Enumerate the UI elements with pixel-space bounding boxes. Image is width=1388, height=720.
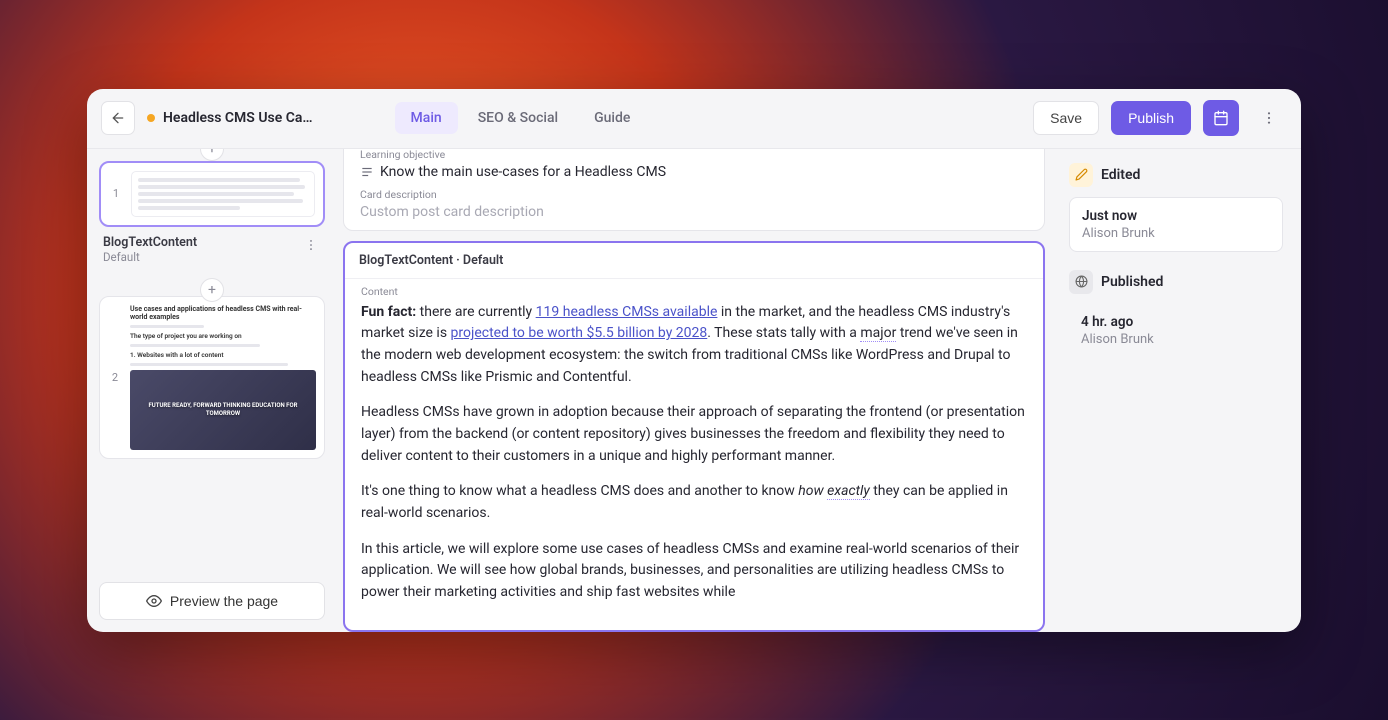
list-icon	[360, 165, 374, 179]
slice-index: 1	[109, 171, 123, 217]
dots-vertical-icon	[1261, 110, 1277, 126]
card-description-field[interactable]: Card description Custom post card descri…	[344, 182, 1044, 222]
status-dot-icon	[147, 114, 155, 122]
preview-page-button[interactable]: Preview the page	[99, 582, 325, 620]
arrow-left-icon	[110, 110, 126, 126]
app-window: Headless CMS Use Ca… Main SEO & Social G…	[87, 89, 1301, 632]
content-block-header: BlogTextContent · Default	[345, 243, 1043, 279]
field-label: Card description	[360, 188, 1028, 201]
meta-card: Learning objective Know the main use-cas…	[343, 149, 1045, 231]
globe-icon	[1069, 270, 1093, 294]
slice-index: 2	[108, 305, 122, 450]
history-author: Alison Brunk	[1082, 226, 1270, 241]
tab-main[interactable]: Main	[395, 102, 458, 134]
tabs: Main SEO & Social Guide	[395, 102, 647, 134]
history-panel: Edited Just now Alison Brunk Published 4…	[1051, 149, 1301, 632]
status-label: Edited	[1101, 167, 1140, 183]
schedule-button[interactable]	[1203, 100, 1239, 136]
status-edited: Edited	[1069, 163, 1283, 187]
save-button[interactable]: Save	[1033, 101, 1099, 135]
status-published: Published	[1069, 270, 1283, 294]
slice-more-button[interactable]	[301, 235, 321, 255]
underline-major: major	[860, 325, 896, 342]
preview-image: FUTURE READY, FORWARD THINKING EDUCATION…	[130, 370, 316, 450]
dots-vertical-icon	[304, 238, 318, 252]
history-time: Just now	[1082, 208, 1270, 224]
field-label: Learning objective	[360, 149, 1028, 161]
main-area: + 1 BlogTextContent Default	[87, 149, 1301, 632]
slice-name: BlogTextContent	[103, 235, 197, 250]
slice-card-2[interactable]: 2 Use cases and applications of headless…	[99, 296, 325, 459]
calendar-icon	[1213, 110, 1229, 126]
slice-variant: Default	[103, 250, 197, 264]
editor-panel: Learning objective Know the main use-cas…	[337, 149, 1051, 632]
link-market-size[interactable]: projected to be worth $5.5 billion by 20…	[451, 325, 708, 341]
topbar: Headless CMS Use Ca… Main SEO & Social G…	[87, 89, 1301, 149]
add-slice-top-button[interactable]: +	[200, 149, 224, 161]
learning-objective-value: Know the main use-cases for a Headless C…	[380, 164, 666, 180]
slices-panel: + 1 BlogTextContent Default	[87, 149, 337, 632]
content-body[interactable]: Content Fun fact: there are currently 11…	[345, 279, 1043, 630]
status-label: Published	[1101, 274, 1163, 290]
eye-icon	[146, 593, 162, 609]
page-title: Headless CMS Use Ca…	[147, 110, 313, 126]
history-entry-edited[interactable]: Just now Alison Brunk	[1069, 197, 1283, 252]
tab-seo-social[interactable]: SEO & Social	[462, 102, 574, 134]
add-slice-middle-button[interactable]: +	[200, 278, 224, 302]
history-entry-published[interactable]: 4 hr. ago Alison Brunk	[1069, 304, 1283, 357]
slice-card-1[interactable]: 1	[99, 161, 325, 227]
content-label: Content	[361, 285, 1027, 298]
link-headless-cms-count[interactable]: 119 headless CMSs available	[536, 304, 718, 320]
more-menu-button[interactable]	[1251, 100, 1287, 136]
rich-text-content[interactable]: Fun fact: there are currently 119 headle…	[361, 302, 1027, 604]
pencil-icon	[1069, 163, 1093, 187]
tab-guide[interactable]: Guide	[578, 102, 646, 134]
content-block: BlogTextContent · Default Content Fun fa…	[343, 241, 1045, 632]
publish-button[interactable]: Publish	[1111, 101, 1191, 135]
learning-objective-field[interactable]: Learning objective Know the main use-cas…	[344, 149, 1044, 182]
history-author: Alison Brunk	[1081, 332, 1271, 347]
back-button[interactable]	[101, 101, 135, 135]
page-title-text: Headless CMS Use Ca…	[163, 110, 313, 126]
card-description-placeholder: Custom post card description	[360, 201, 1028, 220]
slice-preview: Use cases and applications of headless C…	[130, 305, 316, 450]
slice-preview	[131, 171, 315, 217]
slice-meta-1: BlogTextContent Default	[99, 235, 325, 264]
preview-button-label: Preview the page	[170, 593, 278, 609]
history-time: 4 hr. ago	[1081, 314, 1271, 330]
